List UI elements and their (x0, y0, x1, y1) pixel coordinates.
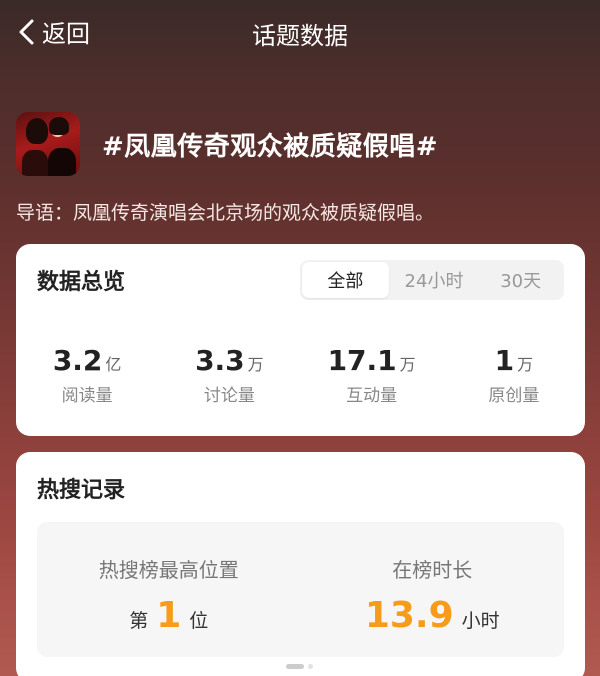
page-indicator (286, 664, 313, 669)
stat-reads: 3.2 亿 阅读量 (16, 344, 158, 406)
top-bar: 返回 话题数据 (0, 0, 600, 64)
duration-value: 13.9 (364, 595, 454, 636)
stat-label: 讨论量 (203, 386, 255, 406)
overview-title: 数据总览 (37, 270, 126, 295)
page-dot (308, 664, 313, 669)
stat-unit: 万 (399, 355, 416, 374)
topic-header: #凤凰传奇观众被质疑假唱# (16, 112, 438, 176)
hot-search-box: 热搜榜最高位置 第 1 位 在榜时长 13.9 小时 (37, 522, 564, 657)
stat-label: 阅读量 (61, 386, 113, 406)
overview-card: 数据总览 全部 24小时 30天 3.2 亿 阅读量 3.3 万 讨论量 17.1 万… (16, 244, 585, 436)
topic-avatar (16, 112, 80, 176)
duration-label: 在榜时长 (392, 558, 473, 582)
topic-intro: 导语：凤凰传奇演唱会北京场的观众被质疑假唱。 (16, 202, 435, 224)
stat-discussions: 3.3 万 讨论量 (158, 344, 300, 406)
stats-row: 3.2 亿 阅读量 3.3 万 讨论量 17.1 万 互动量 1万 原创量 (16, 344, 585, 406)
stat-value: 3.3 (195, 344, 245, 377)
stat-unit: 亿 (105, 355, 122, 374)
duration-suffix: 小时 (461, 610, 500, 632)
stat-label: 互动量 (346, 386, 398, 406)
rank-prefix: 第 (129, 610, 149, 632)
page-dot-active (286, 664, 304, 669)
tab-30d[interactable]: 30天 (477, 260, 564, 300)
stat-value: 17.1 (327, 344, 397, 377)
rank-suffix: 位 (189, 610, 209, 632)
stat-originals: 1万 原创量 (443, 344, 585, 406)
hot-search-card: 热搜记录 热搜榜最高位置 第 1 位 在榜时长 13.9 小时 (16, 452, 585, 676)
page-title: 话题数据 (252, 22, 348, 50)
duration-on-list: 在榜时长 13.9 小时 (301, 522, 565, 657)
highest-rank-label: 热搜榜最高位置 (98, 558, 239, 582)
topic-title: #凤凰传奇观众被质疑假唱# (102, 131, 439, 162)
tab-all[interactable]: 全部 (302, 262, 389, 298)
hot-search-title: 热搜记录 (37, 478, 126, 503)
rank-value: 1 (156, 595, 182, 636)
stat-label: 原创量 (488, 386, 540, 406)
stat-interactions: 17.1 万 互动量 (301, 344, 443, 406)
stat-value: 3.2 (52, 344, 103, 377)
tab-24h[interactable]: 24小时 (391, 260, 478, 300)
stat-unit: 万 (517, 355, 534, 374)
time-range-tabs: 全部 24小时 30天 (300, 260, 564, 300)
stat-unit: 万 (247, 355, 264, 374)
highest-rank: 热搜榜最高位置 第 1 位 (37, 522, 301, 657)
stat-value: 1 (494, 344, 515, 377)
